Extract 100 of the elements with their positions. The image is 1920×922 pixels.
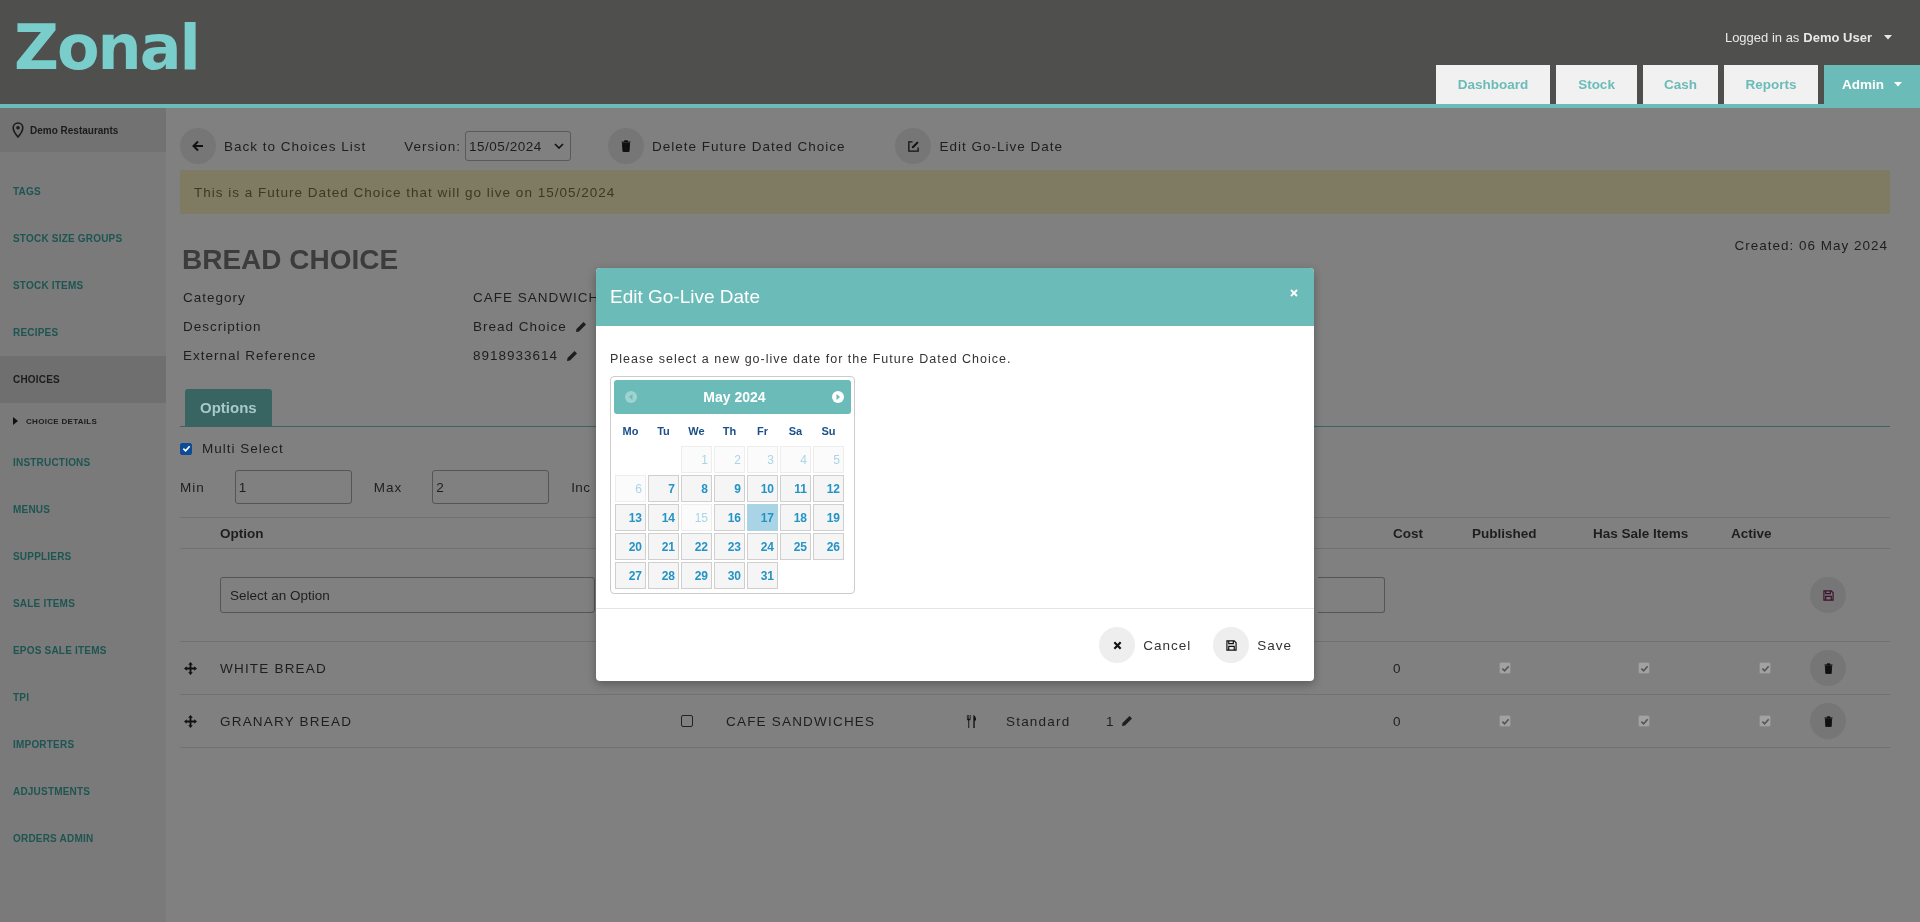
cancel-button[interactable]: Cancel <box>1099 627 1192 663</box>
drag-handle-icon[interactable] <box>184 661 197 675</box>
next-month-icon[interactable] <box>832 391 844 403</box>
calendar-day[interactable]: 23 <box>714 533 745 560</box>
sidebar-item[interactable]: RECIPES <box>0 309 166 356</box>
detail-value: CAFE SANDWICH <box>473 290 600 305</box>
calendar-day[interactable]: 19 <box>813 504 844 531</box>
sidebar-item[interactable]: TAGS <box>0 168 166 215</box>
calendar-day[interactable]: 29 <box>681 562 712 589</box>
delete-icon[interactable] <box>1810 650 1846 686</box>
column-header: Option <box>220 525 265 541</box>
calendar-day[interactable]: 24 <box>747 533 778 560</box>
arrow-left-icon <box>192 140 204 152</box>
detail-label: Category <box>183 290 247 305</box>
option-name: GRANARY BREAD <box>220 713 354 729</box>
edit-date-button[interactable]: Edit Go-Live Date <box>895 128 1063 164</box>
info-alert: This is a Future Dated Choice that will go live on 15/05/2024 <box>180 170 1890 214</box>
calendar-day[interactable]: 12 <box>813 475 844 502</box>
option-name: WHITE BREAD <box>220 660 328 676</box>
sidebar-subitem[interactable]: CHOICE DETAILS <box>0 403 166 439</box>
delete-button[interactable]: Delete Future Dated Choice <box>608 128 846 164</box>
option-select[interactable]: Select an Option <box>220 577 595 613</box>
sidebar-item[interactable]: CHOICES <box>0 356 166 403</box>
sidebar-item[interactable]: STOCK SIZE GROUPS <box>0 215 166 262</box>
nav-tab[interactable]: Admin <box>1824 65 1920 104</box>
drag-handle-icon[interactable] <box>184 714 197 728</box>
checkbox[interactable] <box>1759 662 1771 674</box>
nav-tab[interactable]: Reports <box>1724 65 1818 104</box>
calendar-day[interactable]: 16 <box>714 504 745 531</box>
checkbox-label: Multi Select <box>202 441 284 456</box>
created-date: Created: 06 May 2024 <box>1734 238 1888 253</box>
calendar-day[interactable]: 21 <box>648 533 679 560</box>
nav-tab[interactable]: Cash <box>1643 65 1718 104</box>
column-header: Cost <box>1392 525 1424 541</box>
back-button[interactable]: Back to Choices List <box>180 128 367 164</box>
save-button[interactable]: Save <box>1213 627 1292 663</box>
location-selector[interactable]: Demo Restaurants <box>0 108 166 152</box>
sidebar-item[interactable]: STOCK ITEMS <box>0 262 166 309</box>
sidebar-item[interactable]: TPI <box>0 674 166 721</box>
input-field[interactable] <box>1318 577 1385 613</box>
checkbox[interactable] <box>1499 662 1511 674</box>
nav-tab[interactable]: Dashboard <box>1436 65 1550 104</box>
pencil-icon[interactable] <box>1120 715 1133 727</box>
trash-icon <box>621 140 632 152</box>
cost-text: 0 <box>1392 660 1403 676</box>
caret-icon[interactable] <box>1884 35 1892 40</box>
save-icon <box>1225 639 1237 651</box>
checkbox[interactable] <box>1638 715 1650 727</box>
pencil-icon[interactable] <box>566 349 579 362</box>
calendar-day[interactable]: 27 <box>615 562 646 589</box>
calendar-day[interactable]: 10 <box>747 475 778 502</box>
tab[interactable]: Options <box>185 389 272 426</box>
calendar-day[interactable]: 18 <box>780 504 811 531</box>
sidebar-item[interactable]: MENUS <box>0 486 166 533</box>
month-title: May 2024 <box>703 389 766 405</box>
calendar-day[interactable]: 17 <box>747 504 778 531</box>
calendar-day[interactable]: 30 <box>714 562 745 589</box>
user-menu[interactable]: Logged in as Demo User <box>1724 30 1892 45</box>
pencil-icon[interactable] <box>574 320 587 333</box>
calendar-day[interactable]: 28 <box>648 562 679 589</box>
cost-text: 0 <box>1392 713 1403 729</box>
sidebar-item[interactable]: IMPORTERS <box>0 721 166 768</box>
delete-icon[interactable] <box>1810 703 1846 739</box>
choice-title: BREAD CHOICE <box>182 244 399 276</box>
save-icon[interactable] <box>1810 577 1846 613</box>
dialog-message: Please select a new go-live date for the Future Dated Choice. <box>610 352 1013 366</box>
calendar-day[interactable]: 9 <box>714 475 745 502</box>
calendar-day[interactable]: 8 <box>681 475 712 502</box>
calendar-day[interactable]: 13 <box>615 504 646 531</box>
field-label: Inc <box>571 479 591 495</box>
weekday-label: Sa <box>787 423 804 439</box>
max-field[interactable]: 2 <box>432 470 550 504</box>
sidebar-item[interactable]: ADJUSTMENTS <box>0 768 166 815</box>
checkbox[interactable] <box>1499 715 1511 727</box>
cutlery-icon <box>966 714 977 728</box>
calendar-day[interactable]: 7 <box>648 475 679 502</box>
calendar-day[interactable]: 11 <box>780 475 811 502</box>
dialog-title: Edit Go-Live Date <box>610 286 760 308</box>
calendar-day[interactable]: 25 <box>780 533 811 560</box>
calendar-day[interactable]: 26 <box>813 533 844 560</box>
sidebar-item[interactable]: INSTRUCTIONS <box>0 439 166 486</box>
logo: Zonal <box>14 12 199 84</box>
sidebar-item[interactable]: ORDERS ADMIN <box>0 815 166 862</box>
detail-label: External Reference <box>183 348 318 363</box>
checkbox[interactable] <box>1638 662 1650 674</box>
min-field[interactable]: 1 <box>234 470 352 504</box>
sidebar-item[interactable]: EPOS SALE ITEMS <box>0 627 166 674</box>
calendar-day[interactable]: 31 <box>747 562 778 589</box>
nav-tab[interactable]: Stock <box>1556 65 1637 104</box>
sidebar-item[interactable]: SUPPLIERS <box>0 533 166 580</box>
calendar-day[interactable]: 22 <box>681 533 712 560</box>
checkbox[interactable] <box>1759 715 1771 727</box>
checkbox[interactable] <box>681 715 693 727</box>
calendar-day[interactable]: 20 <box>615 533 646 560</box>
min-label: Min <box>180 479 205 495</box>
close-icon[interactable] <box>1290 289 1298 297</box>
calendar-day[interactable]: 14 <box>648 504 679 531</box>
sidebar-item[interactable]: SALE ITEMS <box>0 580 166 627</box>
version-select[interactable]: 15/05/2024 <box>465 131 572 161</box>
checkbox[interactable] <box>180 442 192 455</box>
